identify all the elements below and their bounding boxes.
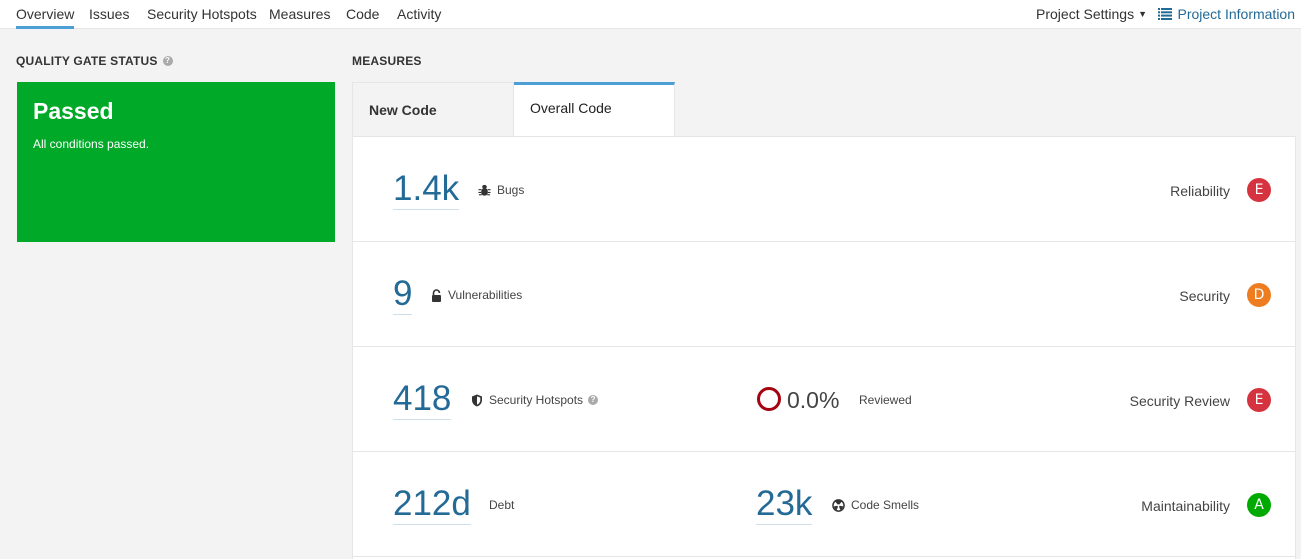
reviewed-percentage[interactable]: 0.0% — [787, 387, 839, 413]
code-smell-icon — [832, 498, 845, 512]
quality-gate-status: Passed — [33, 98, 114, 124]
debt-label: Debt — [489, 498, 515, 512]
bugs-label-text: Bugs — [497, 183, 525, 197]
reviewed-progress-circle — [757, 387, 781, 411]
quality-gate-title: QUALITY GATE STATUS ? — [16, 54, 173, 68]
code-smells-label: Code Smells — [832, 498, 919, 512]
caret-down-icon: ▼ — [1138, 9, 1147, 19]
code-smells-count[interactable]: 23k — [756, 484, 813, 525]
security-hotspots-count[interactable]: 418 — [393, 379, 452, 420]
security-rating-badge[interactable]: D — [1247, 283, 1271, 307]
top-nav: Overview Issues Security Hotspots Measur… — [0, 0, 1301, 29]
tab-activity[interactable]: Activity — [397, 6, 441, 22]
reliability-row: 1.4k Bugs Reliability E — [353, 137, 1295, 242]
vulnerabilities-label: Vulnerabilities — [431, 288, 522, 302]
security-hotspots-label: Security Hotspots ? — [471, 393, 599, 407]
project-information-label: Project Information — [1177, 6, 1296, 22]
quality-gate-status-box: Passed All conditions passed. — [17, 82, 335, 242]
security-row: 9 Vulnerabilities Security D — [353, 242, 1295, 347]
tab-new-code[interactable]: New Code — [352, 82, 514, 137]
bugs-count[interactable]: 1.4k — [393, 169, 460, 210]
maintainability-rating-badge[interactable]: A — [1247, 493, 1271, 517]
code-smells-label-text: Code Smells — [851, 498, 920, 512]
maintainability-row: 212d Debt 23k Code Smells Maintainabilit… — [353, 452, 1295, 557]
tab-security-hotspots[interactable]: Security Hotspots — [147, 6, 257, 22]
shield-icon — [472, 394, 482, 406]
project-information-link[interactable]: Project Information — [1157, 6, 1296, 22]
security-review-label: Security Review — [1129, 393, 1230, 409]
tab-overview[interactable]: Overview — [16, 6, 75, 29]
project-settings-label: Project Settings — [1036, 6, 1135, 22]
tab-measures[interactable]: Measures — [269, 6, 330, 22]
lock-icon — [432, 288, 441, 302]
security-hotspots-label-text: Security Hotspots — [489, 393, 584, 407]
vulnerabilities-count[interactable]: 9 — [393, 274, 413, 315]
security-label: Security — [1179, 288, 1230, 304]
vulnerabilities-label-text: Vulnerabilities — [448, 288, 523, 302]
tab-overall-code[interactable]: Overall Code — [514, 82, 675, 137]
security-review-rating-badge[interactable]: E — [1247, 388, 1271, 412]
help-icon[interactable]: ? — [162, 56, 173, 66]
measures-title: MEASURES — [352, 54, 422, 68]
quality-gate-message: All conditions passed. — [33, 137, 150, 151]
maintainability-label: Maintainability — [1141, 498, 1230, 514]
debt-value[interactable]: 212d — [393, 484, 471, 525]
bug-icon — [478, 184, 491, 196]
reviewed-label: Reviewed — [859, 393, 912, 407]
measures-title-text: MEASURES — [352, 54, 422, 68]
reliability-rating-badge[interactable]: E — [1247, 178, 1271, 202]
tab-issues[interactable]: Issues — [89, 6, 129, 22]
security-hotspots-row: 418 Security Hotspots ? 0.0% Reviewed Se… — [353, 347, 1295, 452]
quality-gate-title-text: QUALITY GATE STATUS — [16, 54, 158, 68]
project-settings-menu[interactable]: Project Settings ▼ — [1036, 6, 1147, 22]
bugs-label: Bugs — [478, 183, 524, 197]
reliability-label: Reliability — [1170, 183, 1230, 199]
help-icon[interactable]: ? — [588, 395, 599, 405]
measures-panel: 1.4k Bugs Reliability E 9 Vulnerabilitie… — [352, 136, 1296, 559]
tab-code[interactable]: Code — [346, 6, 379, 22]
list-icon — [1157, 8, 1172, 20]
